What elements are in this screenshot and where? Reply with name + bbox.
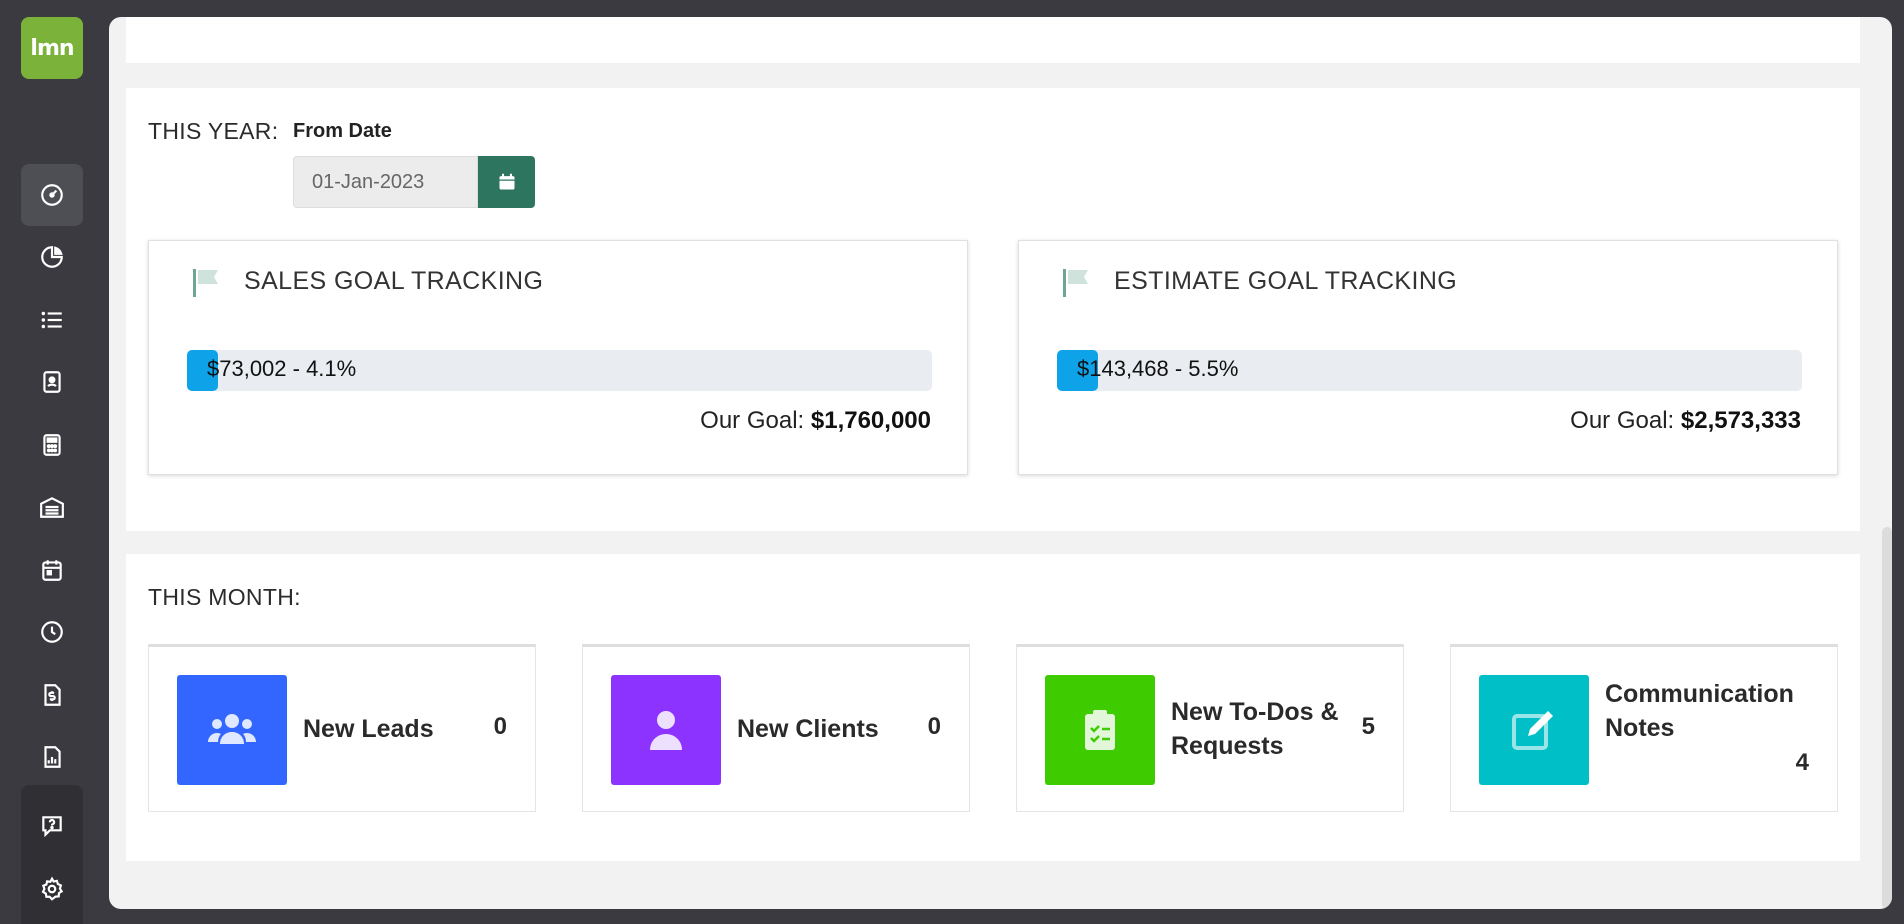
- stat-icon-box: [611, 675, 721, 785]
- users-group-icon: [208, 714, 256, 744]
- date-picker-button[interactable]: [478, 156, 535, 208]
- nav-inventory[interactable]: [21, 476, 83, 538]
- estimate-goal-prefix: Our Goal:: [1570, 407, 1675, 434]
- sales-progress-text: $73,002 - 4.1%: [207, 356, 357, 381]
- this-year-section: THIS YEAR: From Date 01-Jan-2023 SALES G…: [126, 88, 1860, 531]
- nav-calendar[interactable]: [21, 539, 83, 601]
- nav-list[interactable]: [21, 289, 83, 351]
- new-leads-card[interactable]: New Leads 0: [148, 644, 536, 812]
- communication-notes-value: 4: [1795, 749, 1809, 776]
- new-leads-value: 0: [493, 713, 507, 740]
- warehouse-icon: [40, 497, 64, 518]
- sales-goal-prefix: Our Goal:: [700, 407, 805, 434]
- sales-goal-card: SALES GOAL TRACKING $73,002 - 4.1% Our G…: [148, 240, 968, 475]
- new-clients-card[interactable]: New Clients 0: [582, 644, 970, 812]
- new-clients-value: 0: [927, 713, 941, 740]
- estimate-goal-line: Our Goal: $2,573,333: [1570, 407, 1801, 435]
- new-clients-label: New Clients: [737, 715, 879, 743]
- this-month-section: THIS MONTH: New Leads 0 New Clients 0 Ne…: [126, 554, 1860, 861]
- stat-icon-box: [177, 675, 287, 785]
- user-icon: [650, 711, 682, 750]
- new-todos-value: 5: [1361, 713, 1375, 740]
- communication-notes-label: Communication Notes: [1605, 680, 1794, 742]
- pie-chart-icon: [41, 246, 63, 268]
- this-year-label: THIS YEAR:: [148, 118, 279, 144]
- logo-text: lmn: [30, 35, 74, 61]
- estimate-goal-title: ESTIMATE GOAL TRACKING: [1114, 267, 1458, 295]
- sales-goal-line: Our Goal: $1,760,000: [700, 407, 931, 435]
- sales-goal-value: $1,760,000: [810, 407, 931, 434]
- estimate-goal-card: ESTIMATE GOAL TRACKING $143,468 - 5.5% O…: [1018, 240, 1838, 475]
- estimate-progress-bar: $143,468 - 5.5%: [1057, 350, 1802, 391]
- invoice-dollar-icon: [44, 684, 61, 706]
- stat-icon-box: [1045, 675, 1155, 785]
- nav-contacts[interactable]: [21, 351, 83, 413]
- clipboard-check-icon: [1085, 710, 1115, 750]
- sales-progress-bar: $73,002 - 4.1%: [187, 350, 932, 391]
- settings-gear-icon: [41, 876, 64, 901]
- previous-section-bottom: [126, 17, 1860, 63]
- nav-dashboard[interactable]: [21, 164, 83, 226]
- edit-note-icon: [1512, 711, 1553, 750]
- new-leads-label: New Leads: [303, 715, 434, 743]
- from-date-input[interactable]: 01-Jan-2023: [293, 156, 478, 208]
- from-date-label: From Date: [293, 120, 392, 142]
- flag-icon: [1063, 269, 1088, 297]
- nav-time[interactable]: [21, 601, 83, 663]
- estimate-progress-text: $143,468 - 5.5%: [1077, 356, 1239, 381]
- new-todos-card[interactable]: New To-Dos & Requests 5: [1016, 644, 1404, 812]
- nav-analytics[interactable]: [21, 726, 83, 788]
- calculator-icon: [43, 434, 61, 456]
- page-scrollbar[interactable]: [1882, 527, 1892, 909]
- nav-settings[interactable]: [21, 858, 83, 920]
- this-month-label: THIS MONTH:: [148, 584, 301, 610]
- calendar-icon: [42, 560, 62, 581]
- report-chart-icon: [44, 746, 61, 768]
- nav-invoices[interactable]: [21, 664, 83, 726]
- main-panel: THIS YEAR: From Date 01-Jan-2023 SALES G…: [109, 17, 1892, 909]
- sales-goal-title: SALES GOAL TRACKING: [244, 267, 544, 295]
- sidebar: lmn: [0, 0, 104, 924]
- help-chat-icon: [42, 816, 62, 838]
- nav-help[interactable]: [21, 795, 83, 857]
- nav-estimates[interactable]: [21, 414, 83, 476]
- flag-icon: [193, 269, 218, 297]
- app-logo[interactable]: lmn: [21, 17, 83, 79]
- calendar-icon: [499, 173, 514, 190]
- nav-reports-pie[interactable]: [21, 226, 83, 288]
- estimate-goal-value: $2,573,333: [1680, 407, 1801, 434]
- dashboard-gauge-icon: [41, 184, 63, 206]
- stat-icon-box: [1479, 675, 1589, 785]
- communication-notes-card[interactable]: Communication Notes 4: [1450, 644, 1838, 812]
- list-icon: [41, 311, 62, 329]
- new-todos-label: New To-Dos & Requests: [1171, 698, 1339, 760]
- contact-card-icon: [43, 371, 61, 393]
- clock-icon: [41, 621, 63, 643]
